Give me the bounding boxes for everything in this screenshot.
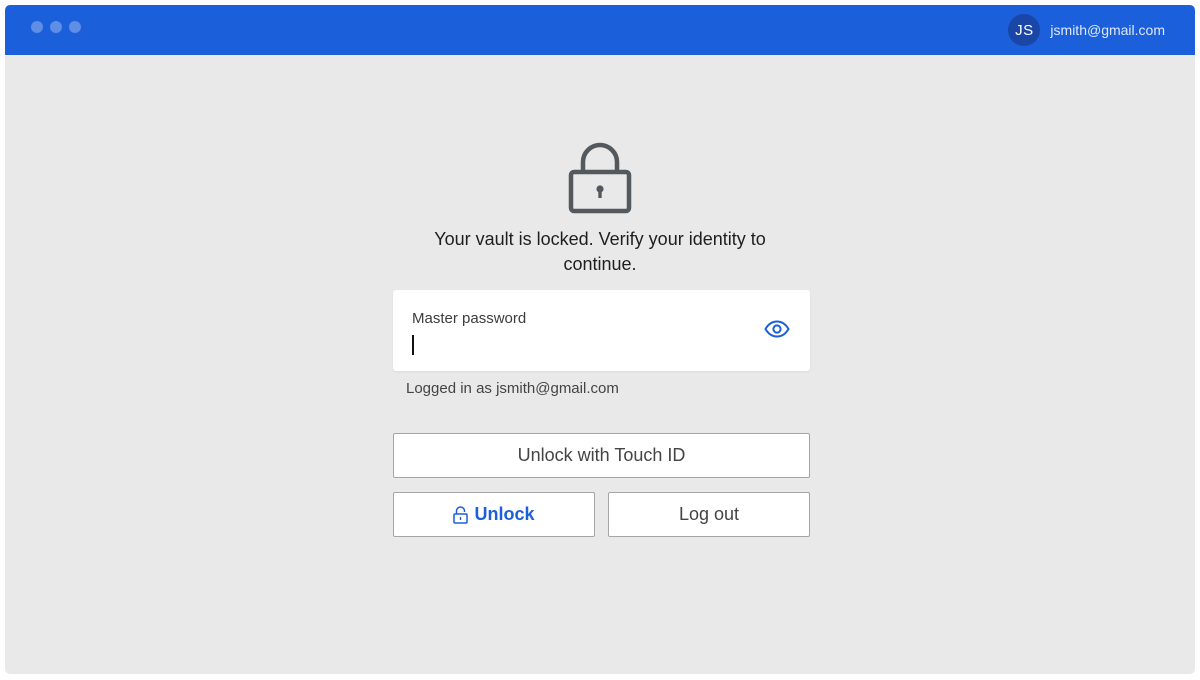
unlock-with-touch-id-button[interactable]: Unlock with Touch ID	[393, 433, 810, 478]
account-email: jsmith@gmail.com	[1050, 22, 1165, 38]
master-password-input[interactable]	[412, 333, 742, 357]
avatar: JS	[1008, 14, 1041, 46]
unlock-button[interactable]: Unlock	[393, 492, 595, 537]
account-menu[interactable]: JS jsmith@gmail.com	[1008, 14, 1165, 46]
eye-icon[interactable]	[764, 320, 790, 338]
log-out-button[interactable]: Log out	[608, 492, 810, 537]
master-password-label: Master password	[412, 310, 527, 327]
title-bar: JS jsmith@gmail.com	[5, 5, 1195, 55]
unlock-button-label: Unlock	[474, 504, 535, 524]
master-password-field[interactable]: Master password	[393, 290, 810, 371]
lock-message: Your vault is locked. Verify your identi…	[434, 229, 766, 274]
lock-icon	[568, 142, 632, 214]
text-cursor	[412, 335, 414, 355]
unlock-icon	[453, 505, 469, 524]
logged-in-as-text: Logged in as jsmith@gmail.com	[406, 380, 619, 397]
window-control-close[interactable]	[31, 21, 43, 33]
log-out-button-label: Log out	[678, 504, 740, 524]
touch-id-button-label: Unlock with Touch ID	[517, 445, 686, 465]
window-control-maximize[interactable]	[69, 21, 81, 33]
app-window: JS jsmith@gmail.com Your vault is locked…	[5, 5, 1195, 674]
window-control-minimize[interactable]	[50, 21, 62, 33]
